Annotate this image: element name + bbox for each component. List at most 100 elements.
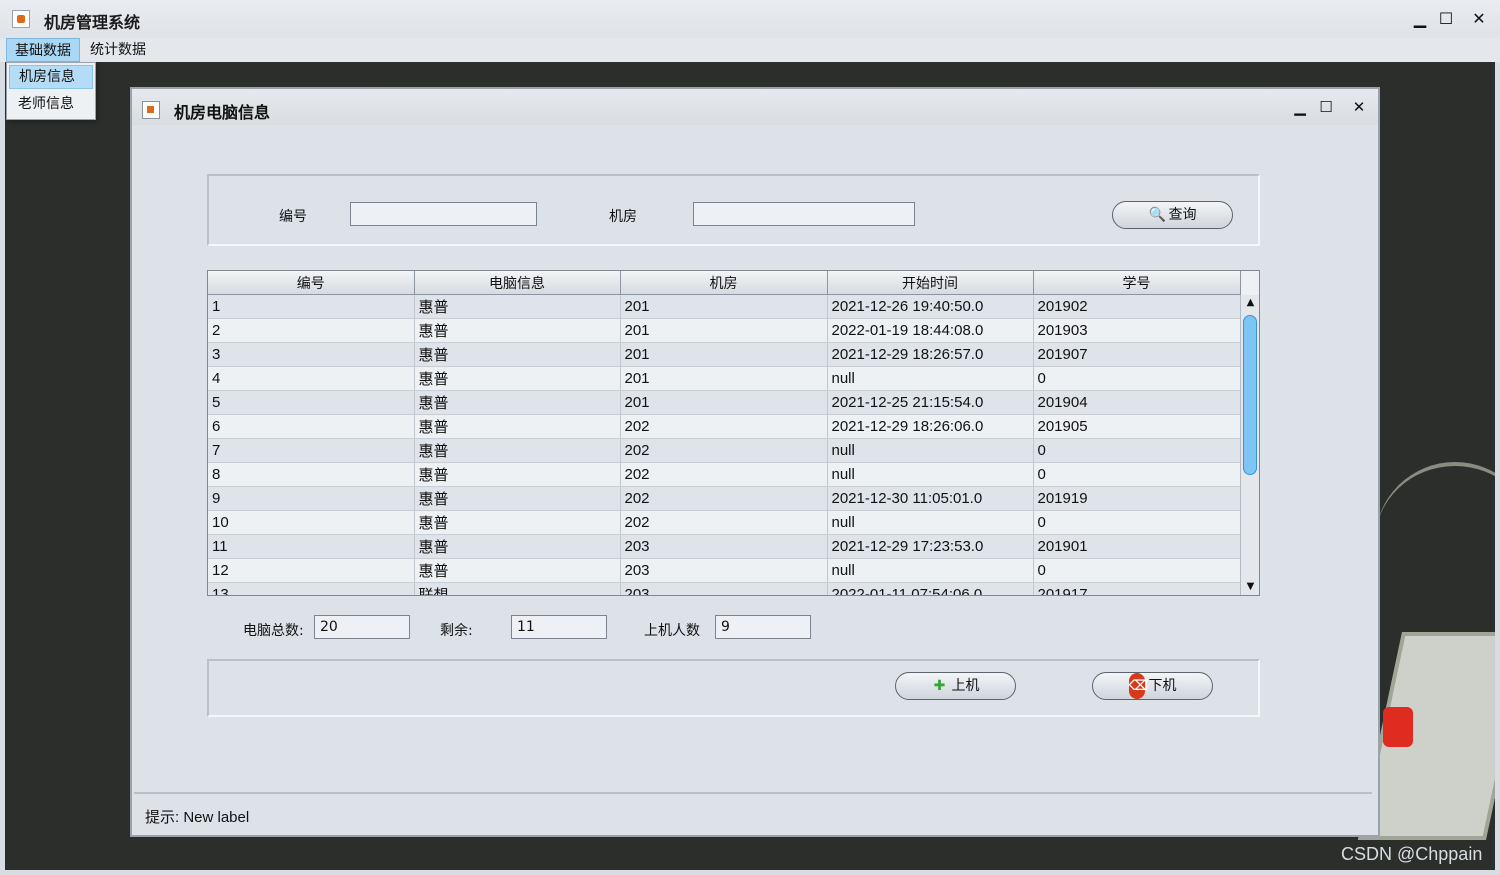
cell-student-id: 0 [1033, 510, 1241, 535]
cell-id: 4 [208, 366, 415, 391]
remaining-field[interactable]: 11 [511, 615, 607, 639]
table-row[interactable]: 6 惠普 202 2021-12-29 18:26:06.0 201905 [208, 414, 1241, 439]
basic-data-dropdown: 机房信息 老师信息 [6, 62, 96, 120]
cell-room: 203 [620, 534, 828, 559]
query-button[interactable]: 🔍 查询 [1112, 201, 1233, 229]
online-count-label: 上机人数 [644, 623, 700, 639]
column-header-start-time[interactable]: 开始时间 [827, 271, 1034, 295]
column-header-room[interactable]: 机房 [620, 271, 828, 295]
cell-start-time: null [827, 510, 1034, 535]
frame-maximize-icon[interactable]: ☐ [1314, 95, 1338, 119]
cell-start-time: 2021-12-29 17:23:53.0 [827, 534, 1034, 559]
scroll-down-icon[interactable]: ▼ [1242, 579, 1259, 595]
status-text: 提示: New label [145, 809, 250, 826]
cell-room: 201 [620, 366, 828, 391]
cell-start-time: 2021-12-29 18:26:06.0 [827, 414, 1034, 439]
query-button-label: 查询 [1168, 207, 1197, 223]
minimize-icon[interactable]: ▁ [1408, 7, 1432, 31]
computer-table[interactable]: 编号 电脑信息 机房 开始时间 学号 1 惠普 201 2021-12-26 19:4… [207, 270, 1260, 596]
frame-minimize-icon[interactable]: ▁ [1288, 95, 1312, 119]
cell-id: 10 [208, 510, 415, 535]
cell-room: 202 [620, 438, 828, 463]
column-header-computer-info[interactable]: 电脑信息 [414, 271, 621, 295]
cell-id: 7 [208, 438, 415, 463]
cell-computer-info: 惠普 [414, 534, 621, 559]
frame-close-icon[interactable]: ✕ [1347, 95, 1371, 119]
cell-room: 203 [620, 558, 828, 583]
column-header-student-id[interactable]: 学号 [1033, 271, 1241, 295]
table-row[interactable]: 5 惠普 201 2021-12-25 21:15:54.0 201904 [208, 390, 1241, 415]
table-row[interactable]: 8 惠普 202 null 0 [208, 462, 1241, 487]
cell-room: 202 [620, 486, 828, 511]
cell-start-time: null [827, 558, 1034, 583]
cell-computer-info: 惠普 [414, 390, 621, 415]
cell-computer-info: 惠普 [414, 510, 621, 535]
table-row[interactable]: 2 惠普 201 2022-01-19 18:44:08.0 201903 [208, 318, 1241, 343]
cell-student-id: 0 [1033, 462, 1241, 487]
maximize-icon[interactable]: ☐ [1434, 7, 1458, 31]
cell-student-id: 201919 [1033, 486, 1241, 511]
cell-computer-info: 惠普 [414, 342, 621, 367]
menu-statistics[interactable]: 统计数据 [82, 38, 154, 62]
cell-id: 6 [208, 414, 415, 439]
menu-item-room-info[interactable]: 机房信息 [9, 65, 93, 89]
cell-start-time: 2021-12-25 21:15:54.0 [827, 390, 1034, 415]
id-input[interactable] [350, 202, 537, 226]
cell-id: 12 [208, 558, 415, 583]
status-bar: 提示: New label [134, 792, 1372, 830]
cell-student-id: 201902 [1033, 294, 1241, 319]
cell-student-id: 201917 [1033, 582, 1241, 595]
cell-computer-info: 惠普 [414, 294, 621, 319]
computer-info-frame: 机房电脑信息 ▁ ☐ ✕ 编号 机房 🔍查询 编号 电脑信息 机房 开始时间 [130, 87, 1380, 837]
app-title: 机房管理系统 [44, 13, 141, 32]
total-computers-label: 电脑总数: [243, 623, 304, 639]
java-frame-icon [142, 101, 160, 119]
table-row[interactable]: 10 惠普 202 null 0 [208, 510, 1241, 535]
menubar: 基础数据 统计数据 [0, 38, 1500, 62]
online-count-field[interactable]: 9 [715, 615, 811, 639]
cell-room: 202 [620, 510, 828, 535]
table-row[interactable]: 4 惠普 201 null 0 [208, 366, 1241, 391]
scroll-up-icon[interactable]: ▲ [1242, 295, 1259, 311]
java-app-icon [12, 10, 30, 28]
table-row[interactable]: 12 惠普 203 null 0 [208, 558, 1241, 583]
cell-id: 11 [208, 534, 415, 559]
close-icon[interactable]: ✕ [1467, 7, 1491, 31]
cell-student-id: 201905 [1033, 414, 1241, 439]
cell-start-time: 2022-01-11 07:54:06.0 [827, 582, 1034, 595]
room-input[interactable] [693, 202, 915, 226]
cell-id: 5 [208, 390, 415, 415]
table-row[interactable]: 3 惠普 201 2021-12-29 18:26:57.0 201907 [208, 342, 1241, 367]
cell-computer-info: 惠普 [414, 486, 621, 511]
cell-computer-info: 惠普 [414, 438, 621, 463]
table-row[interactable]: 9 惠普 202 2021-12-30 11:05:01.0 201919 [208, 486, 1241, 511]
cell-computer-info: 惠普 [414, 558, 621, 583]
table-row[interactable]: 7 惠普 202 null 0 [208, 438, 1241, 463]
logout-button[interactable]: ⌫下机 [1092, 672, 1213, 700]
search-panel: 编号 机房 🔍 查询 [207, 174, 1260, 246]
total-computers-field[interactable]: 20 [314, 615, 410, 639]
table-row[interactable]: 11 惠普 203 2021-12-29 17:23:53.0 201901 [208, 534, 1241, 559]
app-titlebar: 机房管理系统 ▁ ☐ ✕ [0, 0, 1500, 39]
plus-icon: ✚ [933, 678, 946, 694]
action-panel: ✚ 上机 ⌫下机 [207, 659, 1260, 717]
background-decoration [1375, 462, 1495, 586]
menu-basic-data[interactable]: 基础数据 [6, 38, 80, 62]
room-label: 机房 [609, 209, 637, 225]
cell-room: 202 [620, 414, 828, 439]
search-icon: 🔍 [1148, 207, 1166, 223]
login-button[interactable]: ✚ 上机 [895, 672, 1016, 700]
scrollbar-thumb[interactable] [1243, 315, 1257, 475]
table-row[interactable]: 1 惠普 201 2021-12-26 19:40:50.0 201902 [208, 294, 1241, 319]
cell-computer-info: 惠普 [414, 318, 621, 343]
cell-student-id: 201901 [1033, 534, 1241, 559]
cell-start-time: 2021-12-26 19:40:50.0 [827, 294, 1034, 319]
cell-student-id: 201903 [1033, 318, 1241, 343]
table-header-row: 编号 电脑信息 机房 开始时间 学号 [208, 271, 1241, 295]
table-scrollbar[interactable]: ▲ ▼ [1240, 295, 1259, 595]
table-row[interactable]: 13 联想 203 2022-01-11 07:54:06.0 201917 [208, 582, 1241, 595]
menu-item-teacher-info[interactable]: 老师信息 [7, 91, 95, 117]
column-header-id[interactable]: 编号 [208, 271, 415, 295]
cell-room: 201 [620, 390, 828, 415]
cell-start-time: null [827, 462, 1034, 487]
